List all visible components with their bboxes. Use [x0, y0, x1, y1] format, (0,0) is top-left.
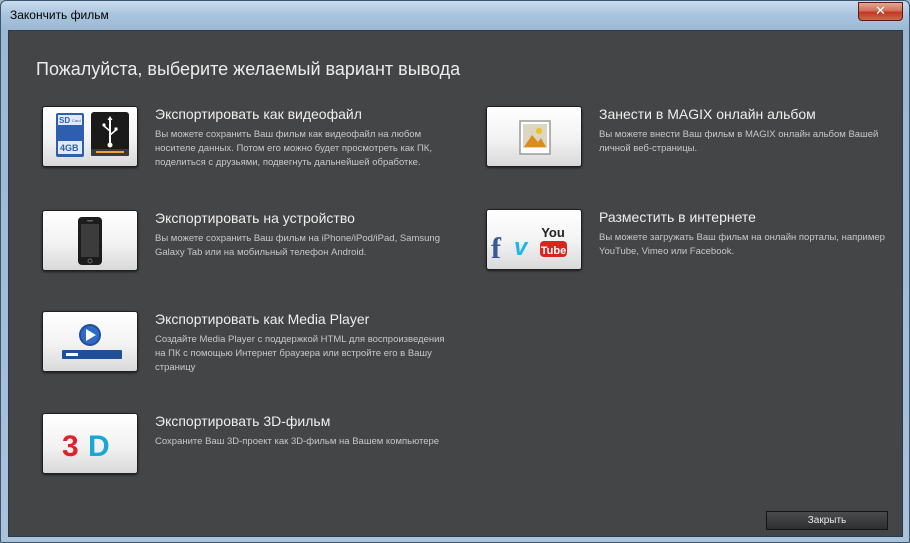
option-description: Вы можете загружать Ваш фильм на онлайн … — [599, 232, 885, 257]
svg-text:Tube: Tube — [541, 245, 566, 257]
photo-album-icon[interactable] — [486, 106, 582, 167]
window-title: Закончить фильм — [10, 8, 109, 22]
svg-text:SD: SD — [59, 116, 70, 125]
sd-card-usb-icon[interactable]: SD Card 4GB — [42, 106, 138, 167]
svg-text:You: You — [541, 225, 565, 240]
dialog-window: Закончить фильм ✕ Пожалуйста, выберите ж… — [0, 0, 910, 543]
option-description: Вы можете внести Ваш фильм в MAGIX онлай… — [599, 129, 879, 154]
option-title: Экспортировать как видеофайл — [155, 106, 362, 122]
dialog-content: Пожалуйста, выберите желаемый вариант вы… — [8, 30, 903, 537]
svg-text:D: D — [88, 430, 110, 463]
option-title: Экспортировать на устройство — [155, 210, 355, 226]
option-title: Экспортировать 3D-фильм — [155, 413, 331, 429]
svg-text:f: f — [491, 232, 502, 265]
option-description: Сохраните Ваш 3D-проект как 3D-фильм на … — [155, 436, 440, 447]
3d-icon[interactable]: 3 D — [42, 413, 138, 474]
svg-text:Card: Card — [72, 118, 81, 123]
svg-text:4GB: 4GB — [60, 143, 79, 153]
social-media-icon[interactable]: f v You Tube — [486, 209, 582, 270]
close-icon: ✕ — [875, 4, 886, 19]
option-title: Занести в MAGIX онлайн альбом — [599, 106, 816, 122]
page-title: Пожалуйста, выберите желаемый вариант вы… — [36, 59, 461, 79]
option-title: Разместить в интернете — [599, 209, 756, 225]
option-description: Вы можете сохранить Ваш фильм как видеоф… — [155, 129, 432, 168]
option-title: Экспортировать как Media Player — [155, 311, 370, 327]
close-button[interactable]: Закрыть — [766, 511, 888, 530]
smartphone-icon[interactable] — [42, 210, 138, 271]
svg-text:v: v — [514, 234, 529, 261]
window-close-button[interactable]: ✕ — [858, 2, 903, 21]
option-description: Создайте Media Player с поддержкой HTML … — [155, 334, 445, 373]
media-player-icon[interactable] — [42, 311, 138, 372]
option-description: Вы можете сохранить Ваш фильм на iPhone/… — [155, 233, 440, 258]
title-bar[interactable]: Закончить фильм ✕ — [1, 1, 909, 29]
svg-text:3: 3 — [62, 430, 79, 463]
